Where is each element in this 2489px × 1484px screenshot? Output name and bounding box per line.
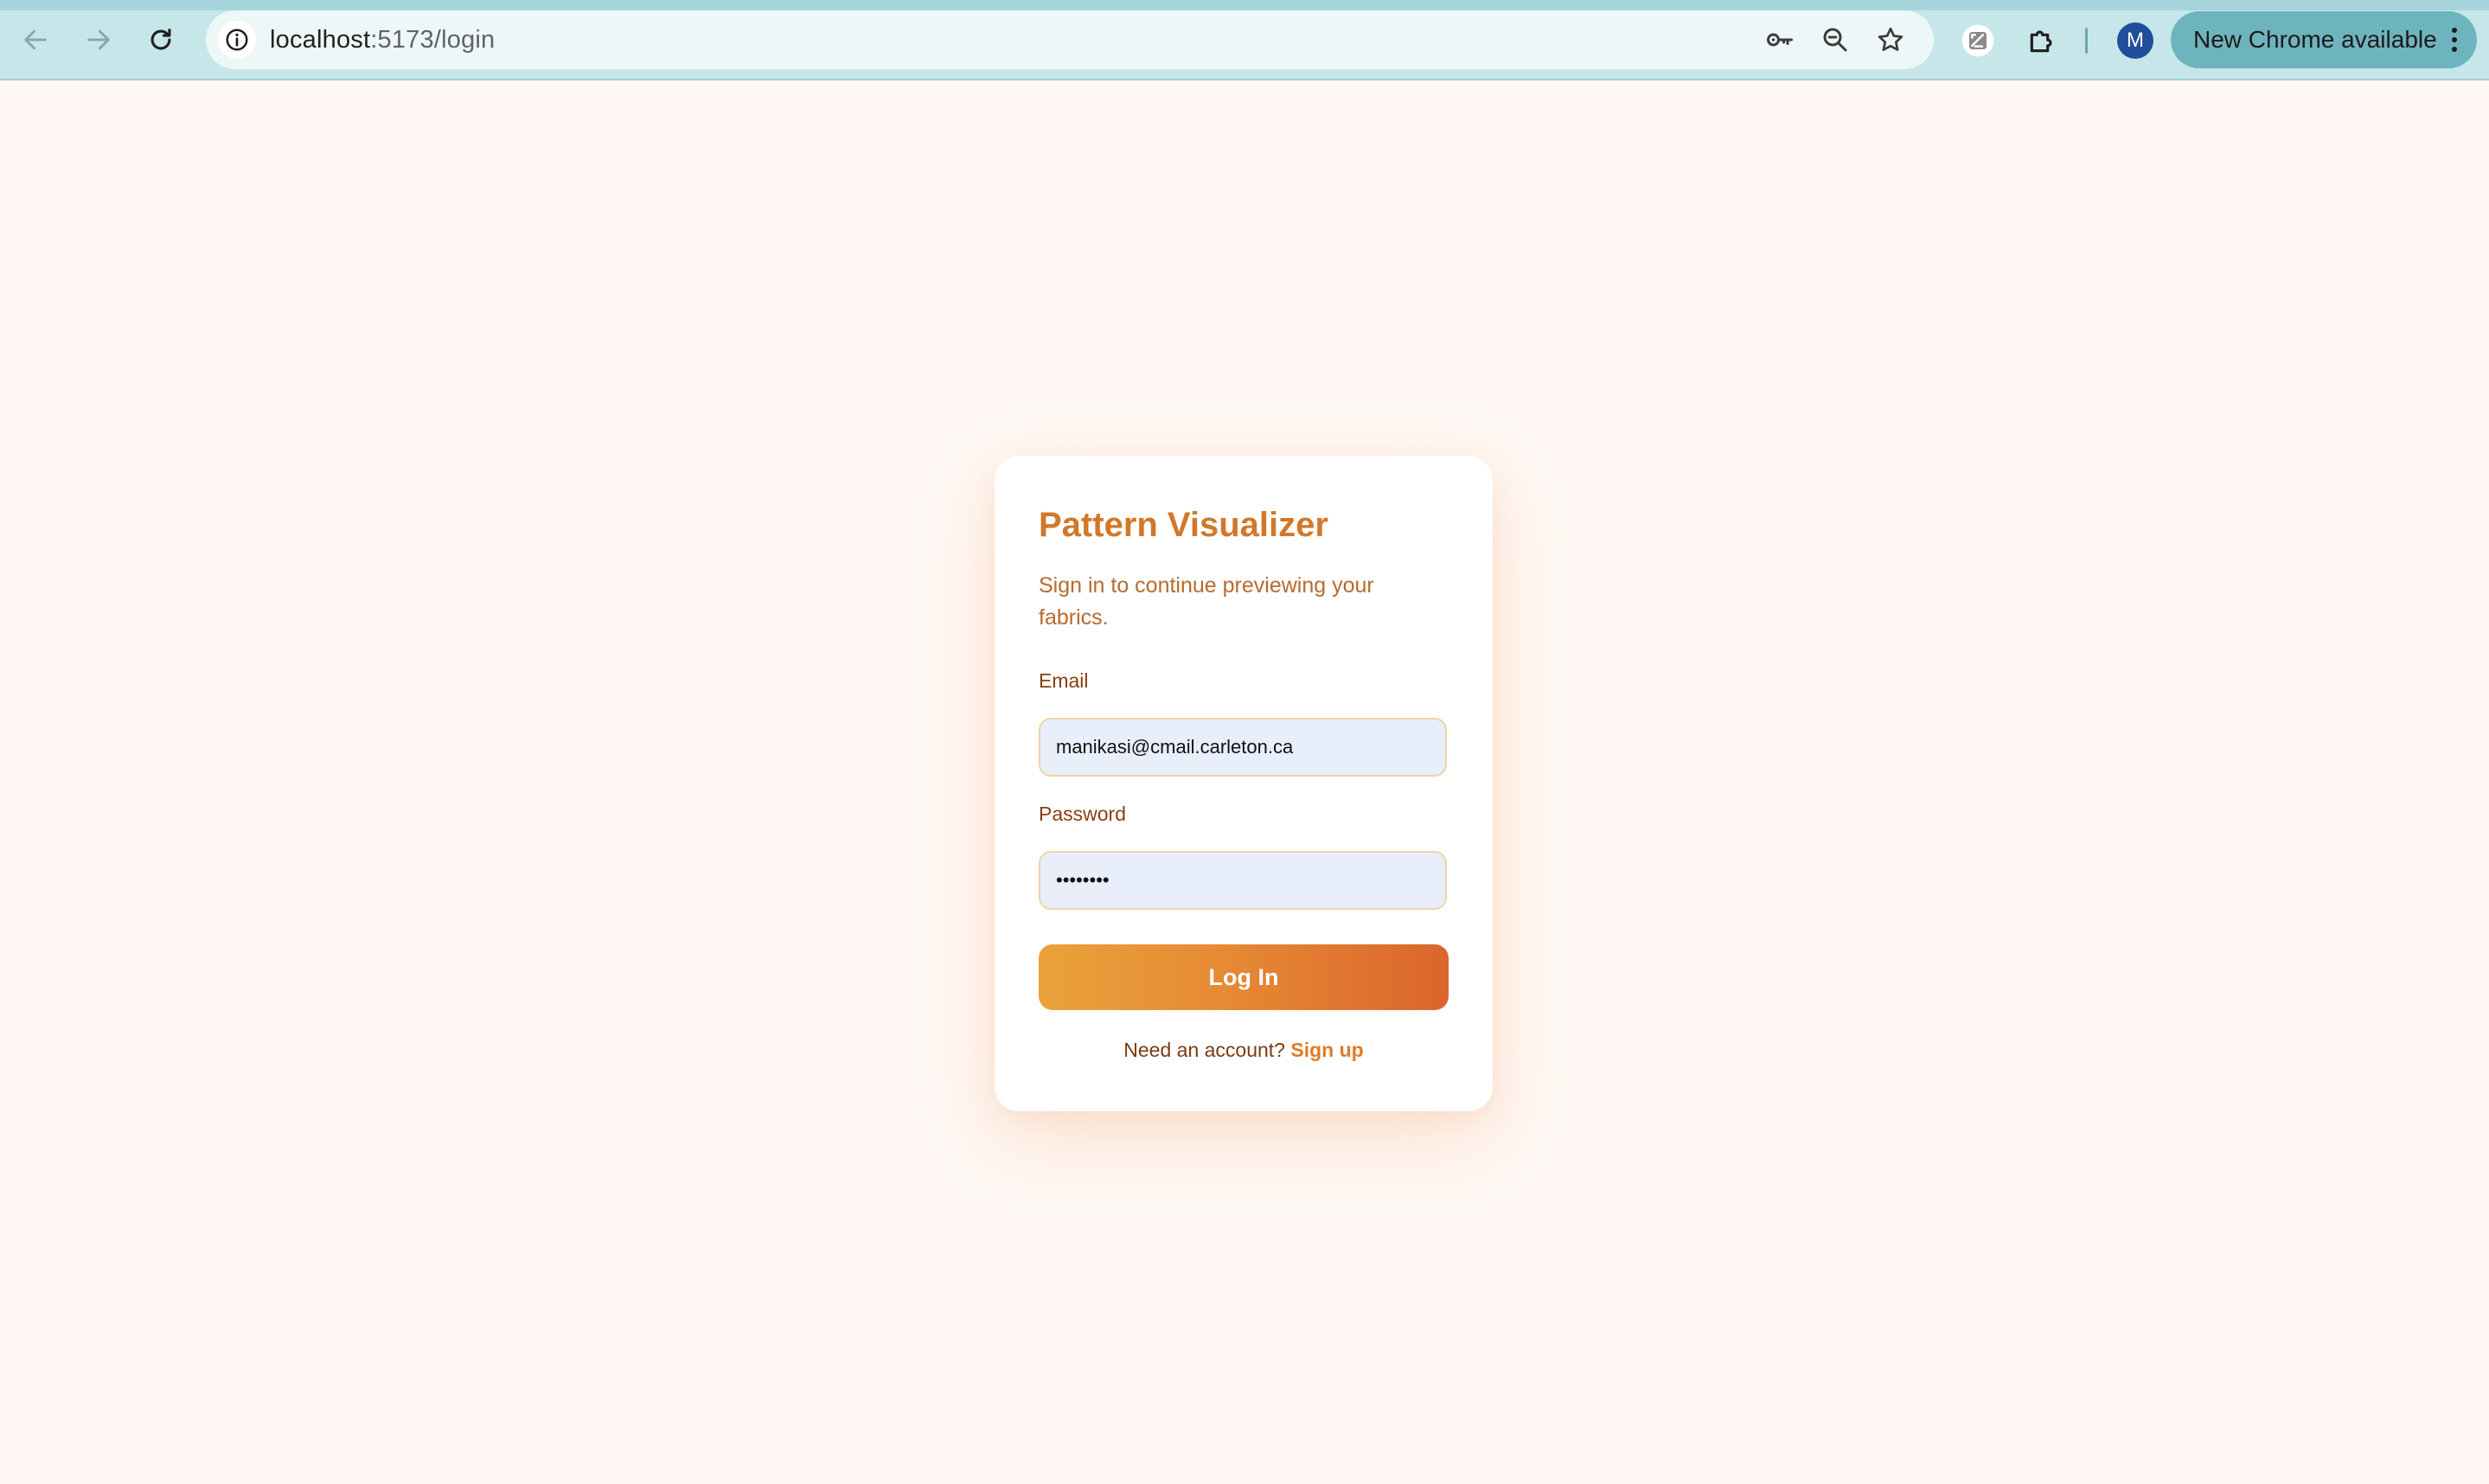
reload-button[interactable] (143, 22, 179, 58)
url-path: :5173/login (370, 26, 496, 54)
update-chrome-button[interactable]: New Chrome available (2171, 11, 2477, 68)
arrow-right-icon (87, 29, 110, 50)
password-field[interactable]: •••••••• (1039, 851, 1447, 910)
site-info-button[interactable] (218, 21, 256, 59)
address-bar[interactable]: localhost:5173/login (206, 10, 1934, 69)
back-button[interactable] (17, 22, 54, 58)
login-button-label: Log In (1208, 963, 1279, 990)
signup-link[interactable]: Sign up (1290, 1039, 1363, 1061)
passwords-button[interactable] (1763, 22, 1797, 57)
info-icon (226, 29, 248, 51)
profile-avatar[interactable]: M (2117, 22, 2153, 59)
more-vert-icon (2452, 28, 2457, 52)
app-title: Pattern Visualizer (1039, 506, 1328, 544)
reload-icon (150, 29, 171, 50)
extensions-menu-button[interactable] (2022, 21, 2062, 61)
extension-button[interactable] (1958, 21, 1998, 61)
email-value: manikasi@cmail.carleton.ca (1056, 736, 1294, 758)
signup-prompt: Need an account? (1123, 1039, 1285, 1061)
toolbar-separator (2085, 28, 2088, 54)
arrow-left-icon (24, 29, 47, 50)
star-icon (1878, 27, 1904, 51)
browser-toolbar: localhost:5173/login M New Chrome availa… (0, 0, 2489, 80)
puzzle-icon (2030, 30, 2052, 53)
login-subtitle: Sign in to continue previewing your fabr… (1039, 573, 1374, 630)
bookmark-button[interactable] (1873, 22, 1908, 57)
email-field[interactable]: manikasi@cmail.carleton.ca (1039, 718, 1447, 777)
password-label: Password (1039, 803, 1126, 825)
forward-button[interactable] (80, 22, 117, 58)
zoom-button[interactable] (1818, 22, 1852, 57)
url-host: localhost (270, 26, 371, 54)
update-chrome-label: New Chrome available (2193, 26, 2437, 53)
login-card: Pattern Visualizer Sign in to continue p… (995, 456, 1493, 1111)
login-button[interactable]: Log In (1039, 944, 1449, 1010)
signup-row: Need an account? Sign up (995, 1039, 1493, 1062)
email-label: Email (1039, 669, 1089, 692)
key-icon (1767, 33, 1793, 47)
extension-icon (1961, 24, 1994, 57)
password-value: •••••••• (1056, 869, 1110, 891)
zoom-icon (1823, 28, 1847, 52)
url-text: localhost:5173/login (270, 25, 495, 54)
